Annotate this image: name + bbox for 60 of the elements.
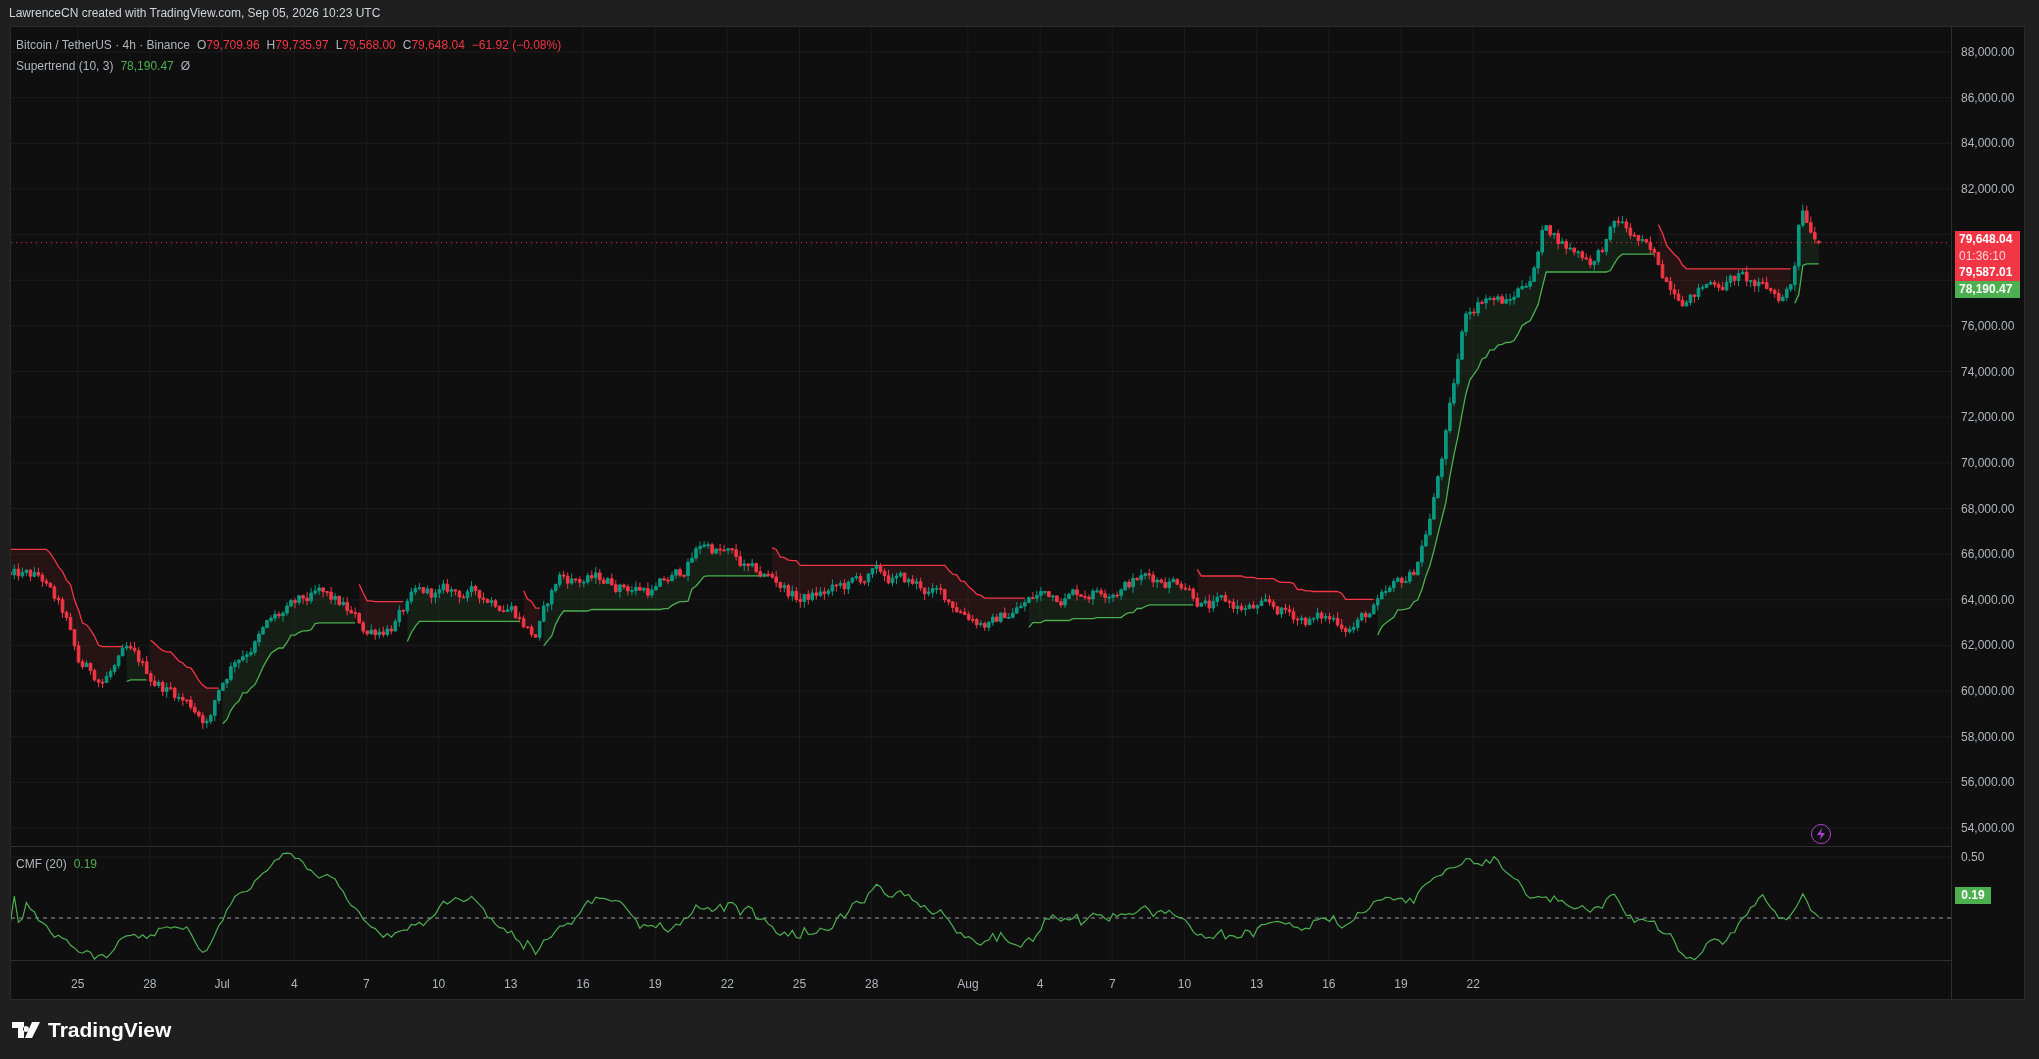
indicator-name: Supertrend (10, 3) [16,58,114,75]
price-label: 72,000.00 [1961,410,2015,425]
date-label: Aug [957,976,979,993]
date-label: 25 [71,976,85,993]
price-label: 54,000.00 [1961,821,2015,836]
date-label: 28 [865,976,879,993]
indicator-symbol: Ø [180,58,191,75]
price-label: 76,000.00 [1961,318,2015,333]
date-label: 16 [1322,976,1336,993]
price-label: 58,000.00 [1961,729,2015,744]
date-label: 19 [648,976,662,993]
ohlc-label: L [335,37,343,54]
ohlc-value: 79,648.04 [411,37,465,54]
logo-icon [12,1021,42,1038]
date-label: 16 [576,976,590,993]
date-label: 7 [1108,976,1116,993]
ohlc-value: 79,735.97 [275,37,329,54]
price-label: 64,000.00 [1961,592,2015,607]
price-change: −61.92 (−0.08%) [471,37,562,54]
date-label: 22 [720,976,734,993]
date-label: 10 [1177,976,1192,993]
chart-caption: LawrenceCN created with TradingView.com, Sep 05, 2026 10:23 UTC [9,5,381,22]
brand-name: TradingView [48,1016,172,1043]
ohlc-value: 79,709.96 [206,37,260,54]
cmf-value-tag: 0.19 [1955,887,1991,904]
price-label: 60,000.00 [1961,684,2015,699]
date-label: 19 [1394,976,1408,993]
ohlc-label: H [266,37,276,54]
date-label: 22 [1466,976,1480,993]
price-label: 70,000.00 [1961,455,2015,470]
price-tag: 79,587.01 [1955,264,2020,281]
indicator-value: 78,190.47 [120,58,174,75]
date-label: 4 [1036,976,1044,993]
indicator-name: CMF (20) [16,856,67,873]
price-label: 66,000.00 [1961,547,2015,562]
price-label: 82,000.00 [1961,181,2015,196]
price-label: 74,000.00 [1961,364,2015,379]
date-label: Jul [214,976,230,993]
indicator-value: 0.19 [73,856,98,873]
price-label: 86,000.00 [1961,90,2015,105]
date-label: 28 [143,976,157,993]
date-label: 10 [431,976,446,993]
date-label: 13 [504,976,518,993]
date-label: 25 [792,976,807,993]
price-label: 62,000.00 [1961,638,2015,653]
ohlc-label: O [196,37,207,54]
countdown-tag: 01:36:10 [1955,248,2020,264]
price-label: 84,000.00 [1961,136,2015,151]
price-label: 88,000.00 [1961,45,2015,59]
price-label: 56,000.00 [1961,775,2015,790]
ohlc-value: 79,568.00 [342,37,396,54]
symbol-name: Bitcoin / TetherUS · 4h · Binance [16,37,190,54]
date-label: 13 [1249,976,1264,993]
date-label: 4 [290,976,298,993]
price-label: 68,000.00 [1961,501,2015,516]
date-label: 7 [363,976,370,993]
ohlc-label: C [402,37,412,54]
cmf-axis-label: 0.50 [1961,850,1985,864]
price-tag: 78,190.47 [1955,281,2020,298]
price-tag: 79,648.04 [1955,231,2020,248]
